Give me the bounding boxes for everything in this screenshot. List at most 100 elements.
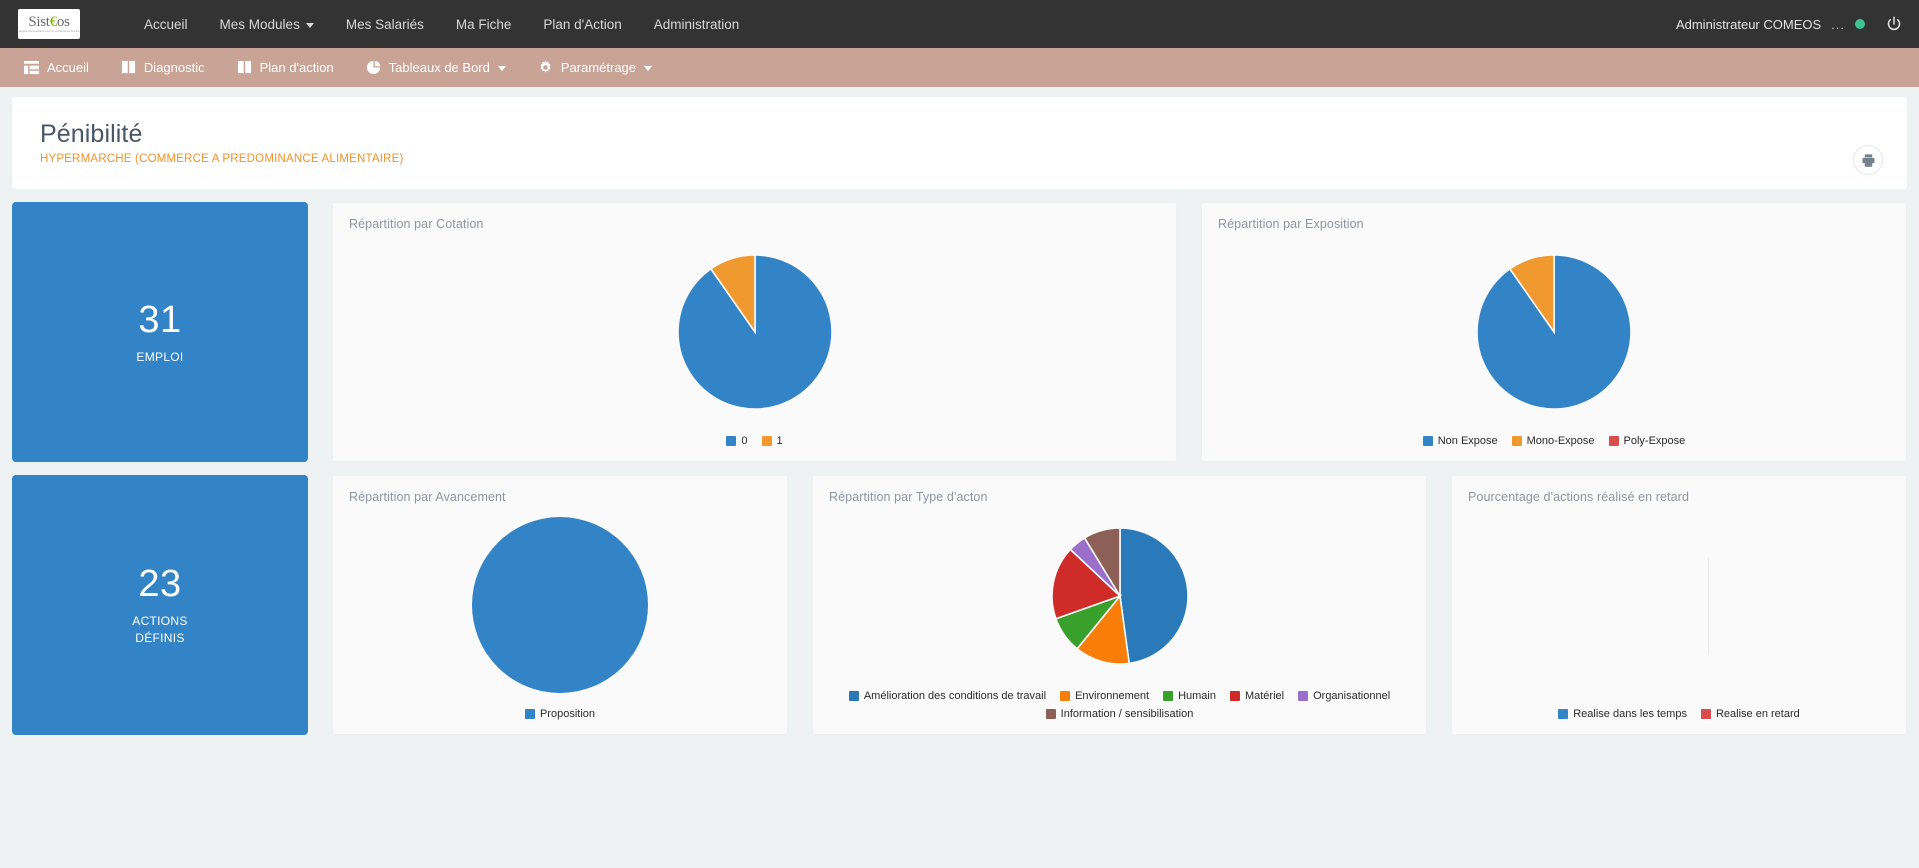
legend-swatch xyxy=(1060,691,1071,701)
book-icon xyxy=(121,60,136,75)
power-icon[interactable] xyxy=(1883,13,1905,35)
legend-swatch xyxy=(1298,691,1309,701)
topnav-item-accueil[interactable]: Accueil xyxy=(128,3,204,46)
legend-label: 0 xyxy=(741,435,748,447)
legend-item[interactable]: Information / sensibilisation xyxy=(1045,708,1194,720)
page-content: Pénibilité HYPERMARCHE (COMMERCE A PREDO… xyxy=(0,97,1919,735)
pie-chart-type-action[interactable] xyxy=(1049,525,1191,667)
chart-plot-area[interactable] xyxy=(1218,235,1890,429)
topnav-item-ma-fiche[interactable]: Ma Fiche xyxy=(440,3,528,46)
legend-label: Realise dans les temps xyxy=(1573,708,1687,720)
chart-plot-area[interactable] xyxy=(349,235,1160,429)
legend-item[interactable]: Realise dans les temps xyxy=(1558,708,1687,720)
top-navbar: Sist€os société intermédiaire pour la so… xyxy=(0,0,1919,48)
subnav-item-tableaux-de-bord[interactable]: Tableaux de Bord xyxy=(350,48,522,87)
legend-item[interactable]: Mono-Expose xyxy=(1511,435,1595,447)
dashboard-row-2: 23 ACTIONS DÉFINIS Répartition par Avanc… xyxy=(0,475,1919,735)
legend-item[interactable]: Matériel xyxy=(1229,690,1284,702)
chevron-down-icon xyxy=(497,66,506,71)
legend-swatch xyxy=(761,436,772,446)
pie-chart-cotation[interactable] xyxy=(675,252,835,412)
chart-plot-area[interactable] xyxy=(349,508,771,702)
pie-chart-exposition[interactable] xyxy=(1474,252,1634,412)
logo-accent-euro: € xyxy=(49,13,58,30)
legend-item[interactable]: Environnement xyxy=(1060,690,1149,702)
gear-icon xyxy=(538,60,553,75)
chart-card-cotation: Répartition par Cotation 01 xyxy=(332,202,1177,462)
topnav-label: Administration xyxy=(653,16,740,32)
topnav-label: Ma Fiche xyxy=(455,16,512,32)
legend-item[interactable]: Organisationnel xyxy=(1298,690,1390,702)
topnav-item-mes-salaries[interactable]: Mes Salariés xyxy=(330,3,440,46)
chart-plot-area[interactable] xyxy=(829,508,1410,684)
legend-swatch xyxy=(1422,436,1433,446)
legend-swatch xyxy=(1163,691,1174,701)
pie-chart-avancement[interactable] xyxy=(470,515,650,695)
legend-label: Proposition xyxy=(539,708,596,720)
legend-swatch xyxy=(1045,709,1056,719)
kpi-value: 23 xyxy=(138,563,182,605)
chart-legend: Non Expose Mono-Expose Poly-Expose xyxy=(1218,429,1890,451)
chart-plot-area[interactable] xyxy=(1468,508,1890,702)
legend-label: Amélioration des conditions de travail xyxy=(863,690,1047,702)
logo-text-left: Sist xyxy=(28,13,50,30)
empty-chart-divider xyxy=(1708,558,1709,653)
kpi-card-emploi[interactable]: 31 EMPLOI xyxy=(12,202,308,462)
chart-card-retard: Pourcentage d'actions réalisé en retard … xyxy=(1451,475,1907,735)
legend-item[interactable]: 0 xyxy=(726,435,748,447)
legend-item[interactable]: Non Expose xyxy=(1422,435,1498,447)
legend-item[interactable]: Poly-Expose xyxy=(1608,435,1685,447)
chart-card-exposition: Répartition par Exposition Non Expose Mon… xyxy=(1201,202,1907,462)
chart-title: Répartition par Type d'acton xyxy=(829,490,988,504)
chart-legend: Proposition xyxy=(349,702,771,724)
pie-slice[interactable] xyxy=(1118,527,1189,665)
legend-item[interactable]: Humain xyxy=(1163,690,1216,702)
logo-text-right: os xyxy=(56,13,70,30)
topnav-item-mes-modules[interactable]: Mes Modules xyxy=(204,3,330,46)
user-menu-ellipsis[interactable]: ... xyxy=(1831,17,1845,32)
secondary-navbar: Accueil Diagnostic Plan d'action Tableau… xyxy=(0,48,1919,87)
subnav-item-diagnostic[interactable]: Diagnostic xyxy=(105,48,221,87)
table-icon xyxy=(24,60,39,75)
app-logo[interactable]: Sist€os société intermédiaire pour la so… xyxy=(18,9,80,39)
chart-card-avancement: Répartition par Avancement Proposition xyxy=(332,475,788,735)
chart-card-type-action: Répartition par Type d'acton Amélioratio… xyxy=(812,475,1427,735)
chart-title: Répartition par Exposition xyxy=(1218,217,1364,231)
legend-item[interactable]: Amélioration des conditions de travail xyxy=(848,690,1047,702)
legend-item[interactable]: 1 xyxy=(761,435,783,447)
dashboard-row-1: 31 EMPLOI Répartition par Cotation 01 Ré… xyxy=(0,202,1919,462)
topnav-label: Mes Salariés xyxy=(345,16,424,32)
subnav-item-plan-daction[interactable]: Plan d'action xyxy=(221,48,350,87)
chart-legend: Realise dans les temps Realise en retard xyxy=(1468,702,1890,724)
legend-item[interactable]: Proposition xyxy=(524,708,596,720)
online-status-dot xyxy=(1855,19,1865,29)
legend-item[interactable]: Realise en retard xyxy=(1700,708,1800,720)
legend-label: Organisationnel xyxy=(1313,690,1391,702)
legend-label: Non Expose xyxy=(1437,435,1498,447)
legend-label: Mono-Expose xyxy=(1526,435,1595,447)
subnav-label: Diagnostic xyxy=(143,60,205,75)
chevron-down-icon xyxy=(644,66,653,71)
user-name-label[interactable]: Administrateur COMEOS xyxy=(1676,17,1821,32)
topnav-label: Mes Modules xyxy=(219,16,300,32)
topnav-item-administration[interactable]: Administration xyxy=(638,3,756,46)
pie-chart-icon xyxy=(366,60,381,75)
legend-swatch xyxy=(1511,436,1522,446)
kpi-label: ACTIONS DÉFINIS xyxy=(132,613,187,647)
kpi-card-actions-definis[interactable]: 23 ACTIONS DÉFINIS xyxy=(12,475,308,735)
topnav-item-plan-daction[interactable]: Plan d'Action xyxy=(527,3,637,46)
pie-slice[interactable] xyxy=(472,517,648,693)
subnav-item-parametrage[interactable]: Paramétrage xyxy=(522,48,668,87)
print-icon[interactable] xyxy=(1853,145,1883,175)
chevron-down-icon xyxy=(305,22,314,28)
page-title: Pénibilité xyxy=(40,120,143,148)
subnav-label: Paramétrage xyxy=(560,60,637,75)
legend-swatch xyxy=(726,436,737,446)
page-header-card: Pénibilité HYPERMARCHE (COMMERCE A PREDO… xyxy=(12,97,1907,189)
legend-swatch xyxy=(848,691,859,701)
legend-label: Information / sensibilisation xyxy=(1060,708,1194,720)
chart-title: Répartition par Avancement xyxy=(349,490,506,504)
topnav-label: Accueil xyxy=(144,16,188,32)
subnav-label: Accueil xyxy=(47,60,89,75)
subnav-item-accueil[interactable]: Accueil xyxy=(16,48,105,87)
